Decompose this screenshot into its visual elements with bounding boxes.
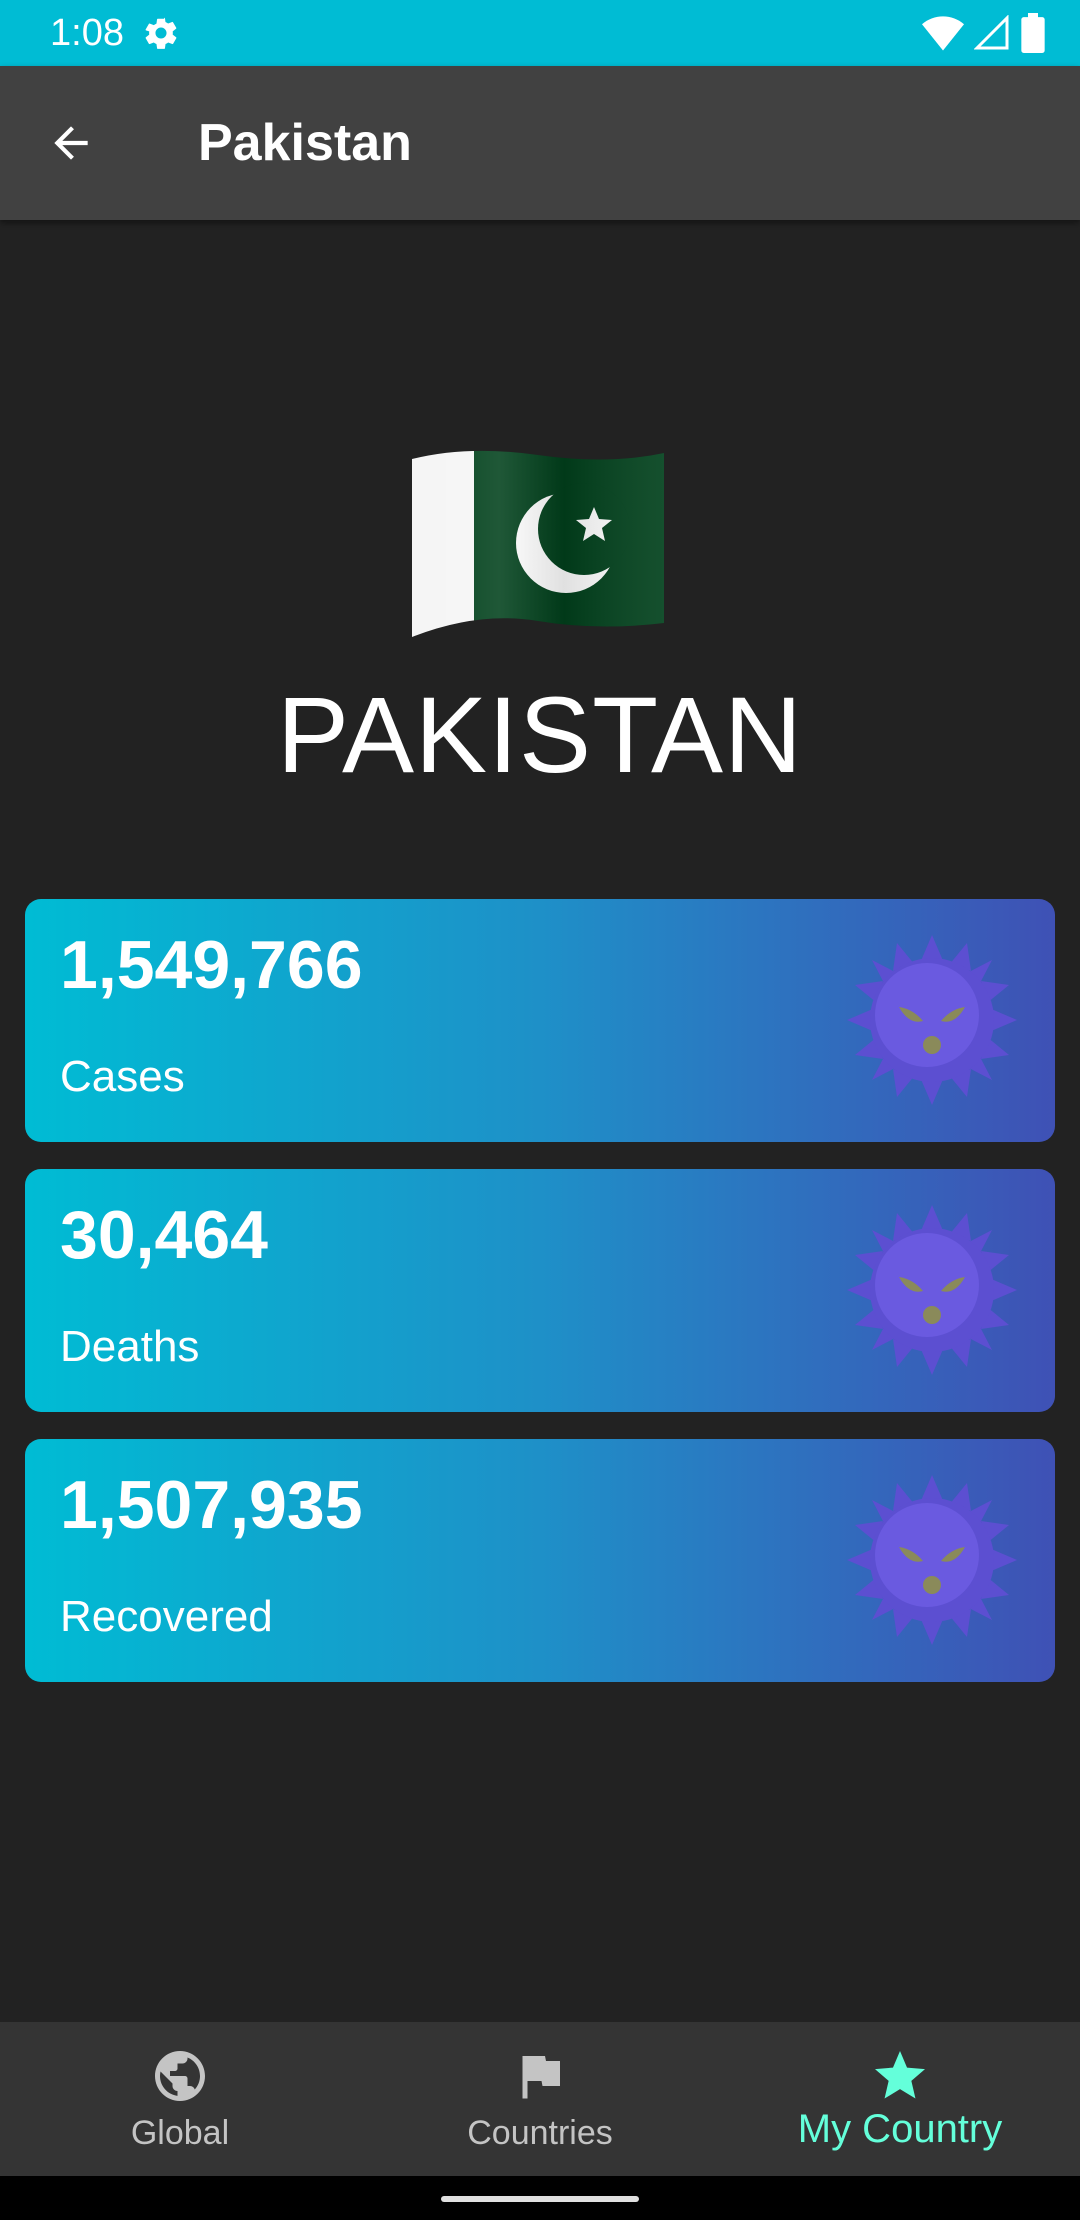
status-time: 1:08 [50, 12, 124, 54]
flag-icon [522, 2056, 560, 2099]
virus-icon [847, 1475, 1017, 1645]
cases-card[interactable]: 1,549,766 Cases [25, 899, 1055, 1142]
bottom-nav: Global Countries My Country [0, 2022, 1080, 2176]
star-icon [875, 2051, 925, 2099]
recovered-card[interactable]: 1,507,935 Recovered [25, 1439, 1055, 1682]
deaths-label: Deaths [60, 1322, 200, 1371]
wifi-icon [922, 16, 964, 51]
cases-value: 1,549,766 [60, 927, 363, 1003]
battery-icon [1021, 13, 1045, 53]
system-nav-bar [0, 2176, 1080, 2220]
cases-label: Cases [60, 1052, 185, 1101]
deaths-value: 30,464 [60, 1197, 268, 1273]
nav-label-countries: Countries [467, 2114, 613, 2152]
settings-icon [145, 17, 177, 49]
recovered-label: Recovered [60, 1592, 273, 1641]
app-bar: Pakistan [0, 66, 1080, 220]
status-bar: 1:08 [0, 0, 1080, 66]
nav-label-global: Global [130, 2114, 230, 2152]
back-button[interactable] [40, 112, 102, 174]
country-name: PAKISTAN [276, 674, 804, 795]
nav-item-my-country[interactable]: My Country [720, 2022, 1080, 2176]
nav-item-global[interactable]: Global [0, 2022, 360, 2176]
screen: 1:08 Pakistan PAKISTAN 1,549,766 Cases 3… [0, 0, 1080, 2220]
pakistan-flag-icon [412, 450, 664, 638]
virus-icon [847, 1205, 1017, 1375]
status-icons [922, 12, 1046, 54]
recovered-value: 1,507,935 [60, 1467, 363, 1543]
home-gesture-handle[interactable] [441, 2196, 639, 2202]
nav-item-countries[interactable]: Countries [360, 2022, 720, 2176]
signal-icon [974, 15, 1009, 50]
globe-icon [155, 2051, 205, 2101]
deaths-card[interactable]: 30,464 Deaths [25, 1169, 1055, 1412]
page-title: Pakistan [198, 114, 412, 172]
nav-label-my-country: My Country [797, 2107, 1003, 2151]
arrow-back-icon [54, 126, 88, 160]
virus-icon [847, 935, 1017, 1105]
